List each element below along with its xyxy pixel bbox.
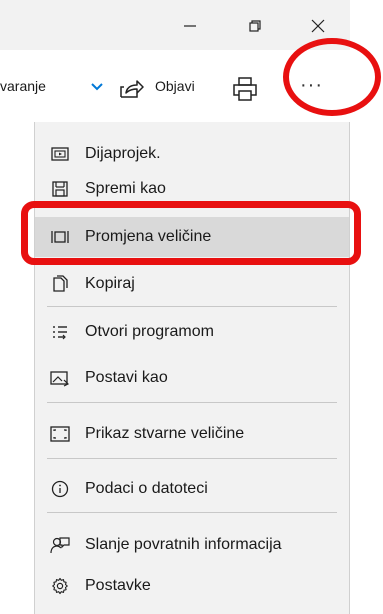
menu-item-set-as[interactable]: Postavi kao <box>35 358 349 398</box>
menu-separator <box>47 306 337 307</box>
set-as-icon <box>49 367 71 389</box>
menu-item-actual-size[interactable]: Prikaz stvarne veličine <box>35 414 349 454</box>
restore-icon <box>249 20 261 32</box>
minimize-icon <box>184 25 196 27</box>
restore-button[interactable] <box>243 14 267 38</box>
chevron-down-icon[interactable] <box>91 82 103 92</box>
close-icon <box>311 19 325 33</box>
title-bar <box>0 0 350 50</box>
settings-icon <box>49 575 71 597</box>
menu-separator <box>47 402 337 403</box>
annotation-highlight-box <box>21 201 361 265</box>
menu-item-label: Spremi kao <box>85 180 166 197</box>
close-button[interactable] <box>306 14 330 38</box>
actual-size-icon <box>49 423 71 445</box>
menu-item-settings[interactable]: Postavke <box>35 566 349 606</box>
menu-item-label: Dijaprojek. <box>85 145 161 162</box>
copy-icon <box>49 273 71 295</box>
more-options-menu: Dijaprojek. Spremi kao Promjena veličine… <box>34 122 350 614</box>
menu-item-feedback[interactable]: Slanje povratnih informacija <box>35 525 349 565</box>
menu-item-slideshow[interactable]: Dijaprojek. <box>35 134 349 174</box>
feedback-icon <box>49 534 71 556</box>
print-icon[interactable] <box>232 76 258 102</box>
share-button-label[interactable]: Objavi <box>155 78 195 94</box>
menu-item-label: Otvori programom <box>85 323 214 340</box>
open-with-icon <box>49 321 71 343</box>
menu-item-label: Prikaz stvarne veličine <box>85 425 245 442</box>
annotation-circle <box>283 38 381 116</box>
save-icon <box>49 178 71 200</box>
menu-separator <box>47 458 337 459</box>
menu-item-label: Podaci o datoteci <box>85 480 208 497</box>
info-icon <box>49 478 71 500</box>
menu-item-copy[interactable]: Kopiraj <box>35 264 349 304</box>
menu-item-open-with[interactable]: Otvori programom <box>35 312 349 352</box>
menu-item-label: Postavi kao <box>85 369 168 386</box>
minimize-button[interactable] <box>178 14 202 38</box>
menu-item-label: Postavke <box>85 577 151 594</box>
share-icon[interactable] <box>118 76 144 100</box>
menu-item-label: Slanje povratnih informacija <box>85 536 282 553</box>
menu-item-file-info[interactable]: Podaci o datoteci <box>35 469 349 509</box>
menu-item-label: Kopiraj <box>85 275 135 292</box>
menu-separator <box>47 512 337 513</box>
slideshow-icon <box>49 143 71 165</box>
enhance-button-label[interactable]: varanje <box>0 78 46 94</box>
